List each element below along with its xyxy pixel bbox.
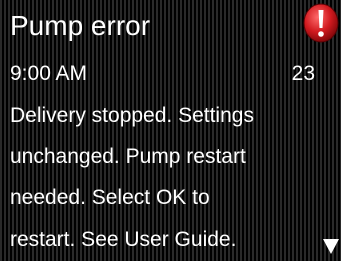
message-line-3: needed. Select OK to <box>10 186 210 209</box>
message-line-2: unchanged. Pump restart <box>10 145 246 168</box>
message-line-4: restart. See User Guide. <box>10 228 237 251</box>
screen-title: Pump error <box>10 10 151 41</box>
status-count: 23 <box>291 62 315 85</box>
message-line-1: Delivery stopped. Settings <box>10 104 254 127</box>
time-display: 9:00 AM <box>10 62 88 85</box>
scroll-down-arrow-icon[interactable] <box>323 237 339 255</box>
alert-exclamation-icon <box>303 3 339 43</box>
pump-error-screen: Pump error 9:00 AM 23 Delivery stopped. … <box>0 0 341 261</box>
